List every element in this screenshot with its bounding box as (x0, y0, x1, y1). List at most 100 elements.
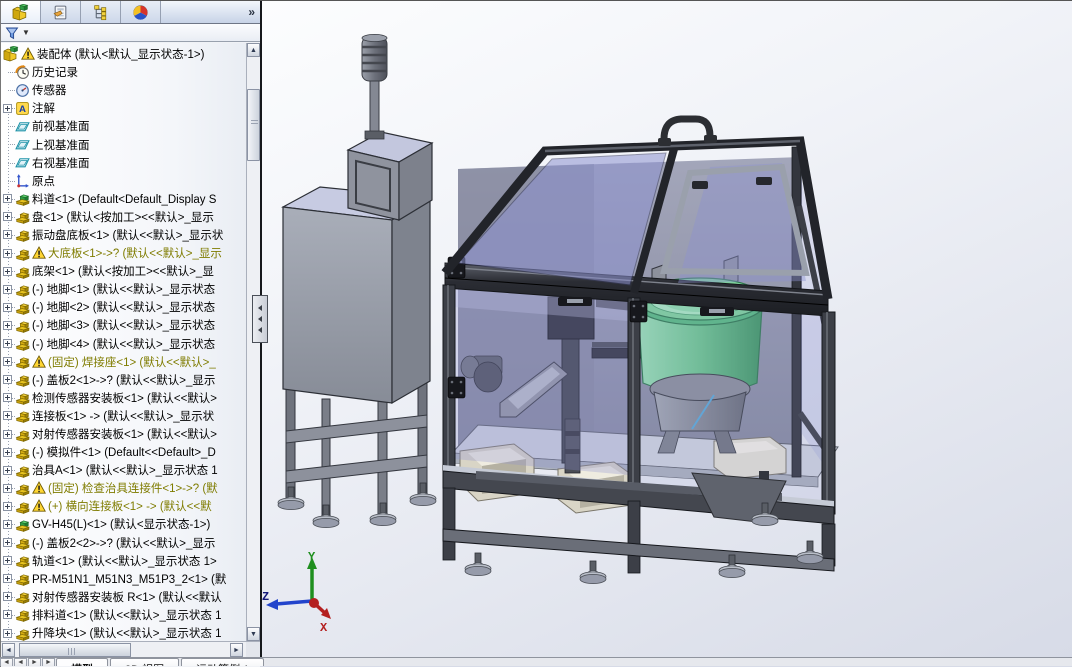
expand-toggle-icon[interactable] (3, 284, 12, 294)
tree-item[interactable]: 轨道<1> (默认<<默认>_显示状态 1> (1, 552, 247, 570)
tab-scroll-prev-button[interactable]: ◄ (14, 658, 27, 666)
expand-toggle-icon[interactable] (3, 610, 12, 620)
expand-toggle-icon[interactable] (3, 465, 12, 475)
tree-item-label: 装配体 (默认<默认_显示状态-1>) (37, 49, 205, 62)
tree-item[interactable]: 底架<1> (默认<按加工><<默认>_显 (1, 262, 247, 280)
expand-toggle-icon[interactable] (3, 212, 12, 222)
tab-displaymanager[interactable] (121, 1, 161, 23)
panel-tabs-overflow[interactable]: » (242, 1, 261, 23)
scroll-down-button[interactable]: ▼ (247, 627, 260, 641)
tree-item-label: (-) 地脚<1> (默认<<默认>_显示状态 (32, 284, 216, 297)
tree-item[interactable]: (-) 盖板2<1>->? (默认<<默认>_显示 (1, 371, 247, 389)
tree-item[interactable]: GV-H45(L)<1> (默认<显示状态-1>) (1, 515, 247, 533)
tree-item[interactable]: 对射传感器安装板<1> (默认<<默认> (1, 425, 247, 443)
document-tab-bar: ◄ ◄ ► ► 模型3D 视图运动算例 1 (0, 657, 1072, 666)
document-tab[interactable]: 3D 视图 (110, 658, 180, 666)
tree-item[interactable]: (固定) 检查治具连接件<1>->? (默 (1, 479, 247, 497)
tree-item[interactable]: (-) 地脚<1> (默认<<默认>_显示状态 (1, 280, 247, 298)
tree-item[interactable]: 对射传感器安装板 R<1> (默认<<默认 (1, 588, 247, 606)
tree-item[interactable]: 注解 (1, 99, 247, 117)
expand-toggle-icon[interactable] (3, 357, 12, 367)
panel-splitter-handle[interactable] (252, 295, 268, 343)
tree-item[interactable]: 检测传感器安装板<1> (默认<<默认> (1, 389, 247, 407)
tree-item[interactable]: 前视基准面 (1, 117, 247, 135)
tree-item[interactable]: 历史记录 (1, 63, 247, 81)
tree-item[interactable]: 连接板<1> -> (默认<<默认>_显示状 (1, 407, 247, 425)
tree-item[interactable]: (-) 模拟件<1> (Default<<Default>_D (1, 443, 247, 461)
vertical-scroll-thumb[interactable] (247, 89, 260, 161)
origin-icon (15, 173, 30, 188)
expand-toggle-icon[interactable] (3, 194, 12, 204)
tree-item[interactable]: 治具A<1> (默认<<默认>_显示状态 1 (1, 461, 247, 479)
tree-item[interactable]: (-) 地脚<3> (默认<<默认>_显示状态 (1, 316, 247, 334)
expand-toggle-icon[interactable] (3, 429, 12, 439)
tab-scroll-last-button[interactable]: ► (42, 658, 55, 666)
document-tab[interactable]: 运动算例 1 (181, 658, 265, 666)
tree-item[interactable]: 大底板<1>->? (默认<<默认>_显示 (1, 244, 247, 262)
tree-item[interactable]: 原点 (1, 172, 247, 190)
tree-item-label: 大底板<1>->? (默认<<默认>_显示 (48, 248, 222, 261)
expand-toggle-icon[interactable] (3, 501, 12, 511)
tree-filter-bar[interactable]: ▼ (1, 24, 261, 42)
part-icon (15, 463, 30, 478)
panel-tab-strip: » (1, 1, 261, 24)
expand-toggle-icon[interactable] (3, 302, 12, 312)
part-icon (15, 571, 30, 586)
expand-toggle-icon[interactable] (3, 556, 12, 566)
expand-toggle-icon[interactable] (3, 411, 12, 421)
tree-item[interactable]: 料道<1> (Default<Default_Display S (1, 190, 247, 208)
expand-toggle-icon[interactable] (3, 103, 12, 113)
expand-toggle-icon[interactable] (3, 574, 12, 584)
feature-tree: 装配体 (默认<默认_显示状态-1>) 历史记录 传感器 注解 前视基准面 上视… (1, 43, 247, 641)
scroll-left-button[interactable]: ◄ (2, 643, 15, 657)
tree-item[interactable]: 升降块<1> (默认<<默认>_显示状态 1 (1, 624, 247, 641)
tree-item[interactable]: 盘<1> (默认<按加工><<默认>_显示 (1, 208, 247, 226)
tree-item-label: 排料道<1> (默认<<默认>_显示状态 1 (32, 609, 222, 622)
tab-scroll-first-button[interactable]: ◄ (0, 658, 13, 666)
tree-item[interactable]: (-) 地脚<2> (默认<<默认>_显示状态 (1, 298, 247, 316)
expand-toggle-icon[interactable] (3, 339, 12, 349)
document-tab[interactable]: 模型 (56, 658, 108, 666)
tree-item[interactable]: 振动盘底板<1> (默认<<默认>_显示状 (1, 226, 247, 244)
tree-item[interactable]: 排料道<1> (默认<<默认>_显示状态 1 (1, 606, 247, 624)
expand-toggle-icon[interactable] (3, 628, 12, 638)
tab-propertymanager[interactable] (41, 1, 81, 23)
expand-toggle-icon[interactable] (3, 266, 12, 276)
expand-toggle-icon[interactable] (3, 519, 12, 529)
expand-toggle-icon[interactable] (3, 248, 12, 258)
tree-item[interactable]: 传感器 (1, 81, 247, 99)
featuremanager-icon (12, 4, 29, 21)
tree-item[interactable]: PR-M51N1_M51N3_M51P3_2<1> (默 (1, 570, 247, 588)
tree-item[interactable]: 上视基准面 (1, 135, 247, 153)
scroll-up-button[interactable]: ▲ (247, 43, 260, 57)
scroll-right-button[interactable]: ► (230, 643, 243, 657)
part-icon (15, 427, 30, 442)
warning-icon (32, 355, 46, 369)
tab-scroll-next-button[interactable]: ► (28, 658, 41, 666)
tree-item[interactable]: (+) 横向连接板<1> -> (默认<<默 (1, 497, 247, 515)
tree-item[interactable]: (-) 地脚<4> (默认<<默认>_显示状态 (1, 335, 247, 353)
tab-featuremanager[interactable] (1, 1, 41, 23)
horizontal-scroll-thumb[interactable] (19, 643, 131, 657)
tree-item[interactable]: 右视基准面 (1, 154, 247, 172)
expand-toggle-icon[interactable] (3, 230, 12, 240)
tree-item[interactable]: (固定) 焊接座<1> (默认<<默认>_ (1, 353, 247, 371)
tree-item[interactable]: (-) 盖板2<2>->? (默认<<默认>_显示 (1, 534, 247, 552)
part-icon (15, 282, 30, 297)
tree-item-label: 连接板<1> -> (默认<<默认>_显示状 (32, 410, 215, 423)
expand-toggle-icon[interactable] (3, 592, 12, 602)
expand-toggle-icon[interactable] (3, 320, 12, 330)
tree-item-label: 治具A<1> (默认<<默认>_显示状态 1 (32, 465, 218, 478)
part-icon (15, 336, 30, 351)
tree-horizontal-scrollbar[interactable]: ◄ ► (1, 641, 247, 658)
expand-toggle-icon[interactable] (3, 538, 12, 548)
expand-toggle-icon[interactable] (3, 375, 12, 385)
part-icon (15, 318, 30, 333)
plane-icon (15, 119, 30, 134)
expand-toggle-icon[interactable] (3, 483, 12, 493)
expand-toggle-icon[interactable] (3, 393, 12, 403)
graphics-area[interactable]: Y Z X (262, 1, 1072, 658)
tree-item[interactable]: 装配体 (默认<默认_显示状态-1>) (1, 45, 247, 63)
tab-configurationmanager[interactable] (81, 1, 121, 23)
expand-toggle-icon[interactable] (3, 447, 12, 457)
